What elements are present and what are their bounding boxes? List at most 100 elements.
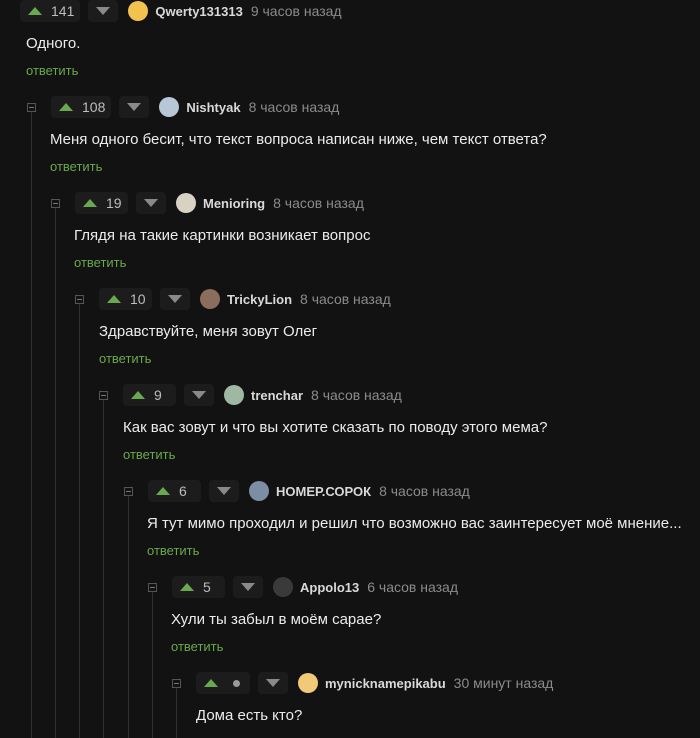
username[interactable]: НОМЕР.СОРОК [276,484,371,499]
rating-box: 141 [20,0,81,22]
rating-box [196,672,250,694]
comment-text: Одного. [26,35,81,52]
thread-line [152,592,153,738]
rating-box: 10 [99,288,152,310]
collapse-icon[interactable] [27,102,36,112]
downvote-button[interactable] [88,0,119,22]
comment-header: 10 TrickyLion 8 часов назад [75,288,391,310]
rating-count: 5 [203,579,211,595]
rating-box: 9 [123,384,176,406]
timestamp[interactable]: 8 часов назад [300,291,391,307]
username[interactable]: trenchar [251,388,303,403]
timestamp[interactable]: 8 часов назад [273,195,364,211]
reply-link[interactable]: ответить [123,447,175,462]
rating-count: 141 [51,3,75,19]
thread-line [103,400,104,738]
timestamp[interactable]: 8 часов назад [311,387,402,403]
timestamp[interactable]: 9 часов назад [251,3,342,19]
downvote-arrow-icon [266,679,280,687]
upvote-arrow-icon[interactable] [83,199,97,207]
downvote-arrow-icon [168,295,182,303]
comment-header: 108 Nishtyak 8 часов назад [27,96,339,118]
reply-link[interactable]: ответить [99,351,151,366]
upvote-arrow-icon[interactable] [204,679,218,687]
downvote-button[interactable] [160,288,190,310]
rating-count: 9 [154,387,162,403]
avatar[interactable] [249,481,269,501]
collapse-icon[interactable] [124,486,133,496]
comment-text: Хули ты забыл в моём сарае? [171,611,382,628]
downvote-button[interactable] [209,480,239,502]
collapse-icon[interactable] [75,294,84,304]
username[interactable]: Qwerty131313 [155,4,242,19]
comment-header: mynicknamepikabu 30 минут назад [172,672,553,694]
upvote-arrow-icon[interactable] [28,7,42,15]
downvote-button[interactable] [258,672,288,694]
reply-link[interactable]: ответить [26,63,78,78]
thread-line [31,112,32,738]
timestamp[interactable]: 8 часов назад [249,99,340,115]
upvote-arrow-icon[interactable] [59,103,73,111]
thread-line [79,304,80,738]
comment-text: Дома есть кто? [196,707,303,724]
avatar[interactable] [200,289,220,309]
collapse-icon[interactable] [148,582,157,592]
downvote-arrow-icon [192,391,206,399]
avatar[interactable] [224,385,244,405]
avatar[interactable] [298,673,318,693]
thread-line [55,208,56,738]
comment-text: Глядя на такие картинки возникает вопрос [74,227,371,244]
reply-link[interactable]: ответить [171,639,223,654]
downvote-arrow-icon [96,7,111,15]
username[interactable]: Menioring [203,196,265,211]
timestamp[interactable]: 6 часов назад [367,579,458,595]
downvote-button[interactable] [184,384,214,406]
downvote-arrow-icon [144,199,158,207]
avatar[interactable] [176,193,196,213]
rating-box: 5 [172,576,225,598]
comment-header: 19 Menioring 8 часов назад [51,192,364,214]
rating-hidden-dot-icon [233,679,240,687]
comment-text: Меня одного бесит, что текст вопроса нап… [50,131,547,148]
username[interactable]: Appolo13 [300,580,359,595]
reply-link[interactable]: ответить [74,255,126,270]
timestamp[interactable]: 8 часов назад [379,483,470,499]
avatar[interactable] [159,97,180,117]
username[interactable]: Nishtyak [186,100,240,115]
downvote-arrow-icon [241,583,255,591]
rating-count: 19 [106,195,122,211]
rating-box: 19 [75,192,128,214]
downvote-button[interactable] [233,576,263,598]
rating-box: 108 [51,96,112,118]
username[interactable]: TrickyLion [227,292,292,307]
username[interactable]: mynicknamepikabu [325,676,446,691]
upvote-arrow-icon[interactable] [107,295,121,303]
comment-header: 9 trenchar 8 часов назад [99,384,402,406]
comment-header: 5 Appolo13 6 часов назад [148,576,458,598]
comment-header: 6 НОМЕР.СОРОК 8 часов назад [124,480,470,502]
comment-text: Как вас зовут и что вы хотите сказать по… [123,419,548,436]
upvote-arrow-icon[interactable] [156,487,170,495]
collapse-icon[interactable] [51,198,60,208]
avatar[interactable] [273,577,293,597]
comment-text: Я тут мимо проходил и решил что возможно… [147,515,682,532]
rating-count: 6 [179,483,187,499]
timestamp[interactable]: 30 минут назад [454,675,554,691]
comment-header: 141 Qwerty131313 9 часов назад [20,0,342,22]
collapse-icon[interactable] [99,390,108,400]
collapse-icon[interactable] [172,678,181,688]
downvote-arrow-icon [217,487,231,495]
upvote-arrow-icon[interactable] [131,391,145,399]
comment-text: Здравствуйте, меня зовут Олег [99,323,318,340]
reply-link[interactable]: ответить [147,543,199,558]
rating-count: 10 [130,291,146,307]
reply-link[interactable]: ответить [50,159,102,174]
avatar[interactable] [128,1,149,21]
downvote-button[interactable] [119,96,150,118]
thread-line [128,496,129,738]
rating-box: 6 [148,480,201,502]
upvote-arrow-icon[interactable] [180,583,194,591]
downvote-button[interactable] [136,192,166,214]
thread-line [176,688,177,738]
downvote-arrow-icon [127,103,142,111]
